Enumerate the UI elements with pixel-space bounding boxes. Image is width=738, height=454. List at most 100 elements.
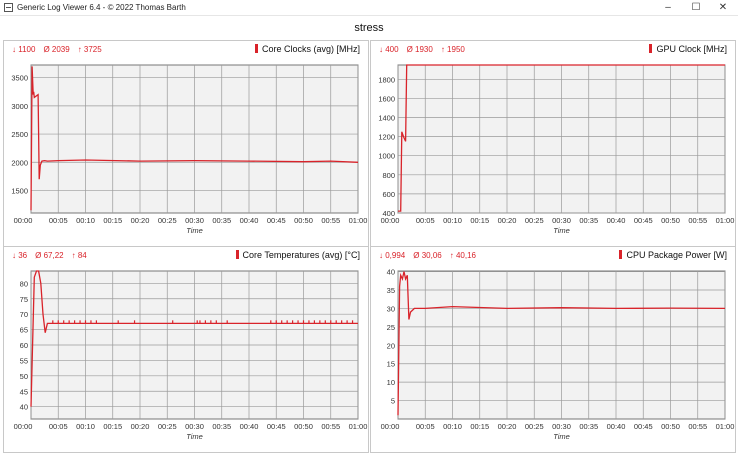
y-tick-label: 25 (387, 323, 395, 332)
x-tick-label: 00:50 (294, 422, 313, 431)
chart-svg: 40 45 50 55 60 65 70 75 80 00:00 00:05 00:10 00:15 00… (14, 270, 368, 441)
x-tick-label: 01:00 (716, 216, 735, 225)
x-tick-label: 00:50 (294, 216, 313, 225)
x-tick-label: 00:05 (416, 216, 435, 225)
x-tick-label: 00:55 (321, 216, 340, 225)
chart-panel: ↓ 400 Ø 1930 ↑ 1950 GPU Clock [MHz] 400 600 80… (370, 40, 736, 247)
y-tick-label: 80 (20, 279, 28, 288)
x-tick-label: 00:55 (688, 216, 707, 225)
y-tick-label: 1000 (378, 152, 395, 161)
x-tick-label: 00:00 (14, 422, 33, 431)
x-tick-label: 00:45 (267, 422, 286, 431)
app-icon (4, 3, 13, 12)
x-tick-label: 00:40 (607, 216, 626, 225)
x-tick-label: 00:35 (212, 216, 231, 225)
x-tick-label: 00:30 (185, 422, 204, 431)
y-tick-label: 1600 (378, 94, 395, 103)
x-tick-label: 00:00 (14, 216, 33, 225)
x-axis-label: Time (553, 226, 570, 235)
x-tick-label: 00:10 (76, 216, 95, 225)
y-tick-label: 75 (20, 295, 28, 304)
x-tick-label: 00:15 (470, 422, 489, 431)
x-tick-label: 01:00 (349, 216, 368, 225)
y-tick-label: 600 (382, 190, 395, 199)
x-tick-label: 00:20 (131, 216, 150, 225)
y-tick-label: 40 (20, 403, 28, 412)
x-tick-label: 00:35 (579, 216, 598, 225)
y-tick-label: 60 (20, 341, 28, 350)
y-tick-label: 3500 (11, 74, 28, 83)
x-axis-label: Time (186, 226, 203, 235)
y-tick-label: 30 (387, 304, 395, 313)
y-tick-label: 50 (20, 372, 28, 381)
x-tick-label: 00:05 (49, 422, 68, 431)
y-tick-label: 800 (382, 171, 395, 180)
chart-panel: ↓ 0,994 Ø 30,06 ↑ 40,16 CPU Package Power [… (370, 246, 736, 453)
chart-panel: ↓ 36 Ø 67,22 ↑ 84 Core Temperatures (avg) [… (3, 246, 369, 453)
close-icon: ✕ (718, 2, 728, 13)
y-tick-label: 2500 (11, 130, 28, 139)
x-tick-label: 00:00 (381, 422, 400, 431)
x-tick-label: 00:05 (49, 216, 68, 225)
x-tick-label: 00:15 (103, 422, 122, 431)
x-tick-label: 00:50 (661, 216, 680, 225)
window-titlebar: Generic Log Viewer 6.4 - © 2022 Thomas B… (0, 0, 738, 16)
maximize-icon: ☐ (691, 2, 701, 13)
y-tick-label: 70 (20, 310, 28, 319)
x-tick-label: 00:35 (579, 422, 598, 431)
x-tick-label: 01:00 (349, 422, 368, 431)
x-tick-label: 00:45 (267, 216, 286, 225)
chart-panel: ↓ 1100 Ø 2039 ↑ 3725 Core Clocks (avg) [MHz… (3, 40, 369, 247)
y-tick-label: 1400 (378, 114, 395, 123)
x-tick-label: 00:55 (321, 422, 340, 431)
x-tick-label: 00:15 (103, 216, 122, 225)
x-tick-label: 00:05 (416, 422, 435, 431)
minimize-icon: – (665, 2, 671, 13)
x-tick-label: 00:50 (661, 422, 680, 431)
x-tick-label: 00:10 (76, 422, 95, 431)
y-tick-label: 1200 (378, 133, 395, 142)
y-tick-label: 65 (20, 326, 28, 335)
y-tick-label: 15 (387, 360, 395, 369)
x-tick-label: 00:40 (607, 422, 626, 431)
x-tick-label: 00:40 (240, 216, 259, 225)
x-tick-label: 00:30 (552, 422, 571, 431)
x-tick-label: 00:00 (381, 216, 400, 225)
y-tick-label: 45 (20, 387, 28, 396)
x-tick-label: 00:20 (131, 422, 150, 431)
x-tick-label: 00:25 (525, 422, 544, 431)
y-tick-label: 1800 (378, 75, 395, 84)
x-tick-label: 00:30 (185, 216, 204, 225)
x-tick-label: 00:35 (212, 422, 231, 431)
x-tick-label: 01:00 (716, 422, 735, 431)
x-axis-label: Time (186, 432, 203, 441)
x-tick-label: 00:25 (525, 216, 544, 225)
x-axis-label: Time (553, 432, 570, 441)
close-button[interactable]: ✕ (709, 0, 737, 15)
chart-svg: 1500 2000 2500 3000 3500 00:00 00:05 00:10 00:15… (11, 64, 368, 235)
y-tick-label: 35 (387, 286, 395, 295)
y-tick-label: 40 (387, 268, 395, 277)
x-tick-label: 00:10 (443, 216, 462, 225)
chart-svg: 5 10 15 20 25 30 35 40 00:00 00:05 00:10 00:15 00:20… (381, 268, 735, 441)
y-tick-label: 2000 (11, 158, 28, 167)
y-tick-label: 3000 (11, 102, 28, 111)
x-tick-label: 00:45 (634, 216, 653, 225)
x-tick-label: 00:20 (498, 216, 517, 225)
x-tick-label: 00:10 (443, 422, 462, 431)
window-title: Generic Log Viewer 6.4 - © 2022 Thomas B… (17, 3, 186, 12)
y-tick-label: 10 (387, 378, 395, 387)
x-tick-label: 00:55 (688, 422, 707, 431)
y-tick-label: 1500 (11, 186, 28, 195)
minimize-button[interactable]: – (654, 0, 682, 15)
x-tick-label: 00:30 (552, 216, 571, 225)
x-tick-label: 00:25 (158, 216, 177, 225)
x-tick-label: 00:25 (158, 422, 177, 431)
y-tick-label: 20 (387, 341, 395, 350)
y-tick-label: 5 (391, 397, 395, 406)
chart-svg: 4006008001000120014001600180000:00 00:05 0… (378, 64, 735, 235)
y-tick-label: 55 (20, 356, 28, 365)
x-tick-label: 00:15 (470, 216, 489, 225)
maximize-button[interactable]: ☐ (682, 0, 710, 15)
document-title: stress (354, 22, 384, 34)
